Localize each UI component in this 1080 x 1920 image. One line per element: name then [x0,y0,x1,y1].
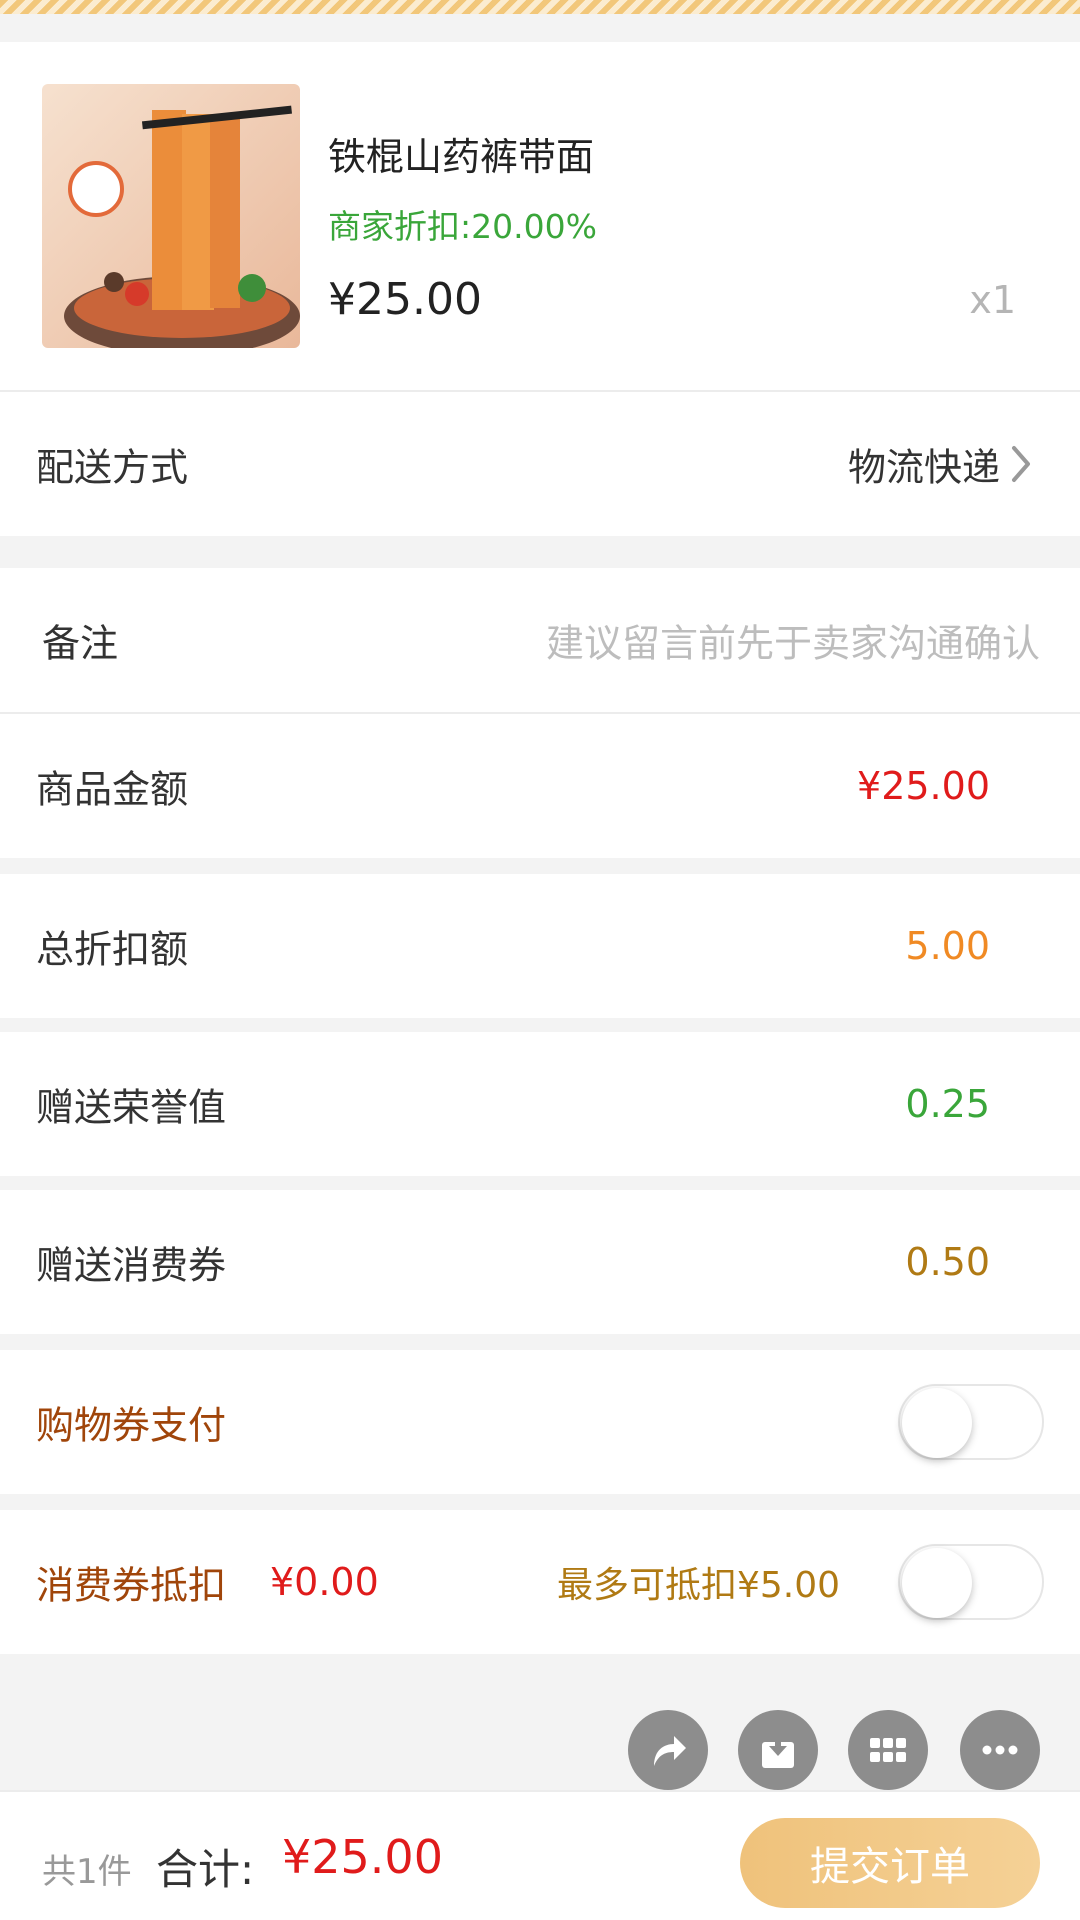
goods-amount-value: ¥25.00 [857,764,990,808]
total-discount-value: 5.00 [905,924,990,968]
total-label: 合计: [156,1845,255,1894]
total-discount-label: 总折扣额 [36,927,189,972]
remark-row[interactable]: 备注 建议留言前先于卖家沟通确认 [0,568,1080,712]
total-discount-row: 总折扣额 5.00 [0,874,1080,1018]
shopping-voucher-row: 购物券支付 [0,1350,1080,1494]
consume-voucher-amount: ¥0.00 [270,1560,379,1604]
total-amount: ¥25.00 [282,1830,443,1884]
delivery-method-value: 物流快递 [847,445,1000,490]
consume-voucher-row: 消费券抵扣 ¥0.00 最多可抵扣¥5.00 [0,1510,1080,1654]
shopping-voucher-toggle[interactable] [898,1384,1044,1460]
remark-label: 备注 [42,621,119,666]
honor-value-amount: 0.25 [905,1082,990,1126]
download-button[interactable] [738,1710,818,1790]
product-card[interactable]: 铁棍山药裤带面 商家折扣:20.00% ¥25.00 x1 [0,42,1080,390]
more-icon [982,1745,1018,1755]
download-icon [762,1732,794,1768]
consume-voucher-max-hint: 最多可抵扣¥5.00 [556,1565,840,1606]
voucher-gift-row: 赠送消费券 0.50 [0,1190,1080,1334]
chevron-right-icon [1012,446,1030,482]
product-quantity: x1 [969,278,1016,322]
top-decorative-stripe [0,0,1080,14]
toggle-knob [902,1388,972,1458]
toggle-knob [902,1548,972,1618]
delivery-method-label: 配送方式 [36,445,189,490]
share-icon [654,1736,686,1766]
merchant-discount: 商家折扣:20.00% [328,207,597,246]
honor-value-label: 赠送荣誉值 [36,1085,227,1130]
item-count: 共1件 [42,1852,132,1892]
grid-icon [870,1738,906,1762]
delivery-method-row[interactable]: 配送方式 物流快递 [0,392,1080,536]
consume-voucher-label: 消费券抵扣 [36,1563,227,1608]
shopping-voucher-label: 购物券支付 [36,1403,227,1448]
honor-value-row: 赠送荣誉值 0.25 [0,1032,1080,1176]
checkout-bar: 共1件 合计: ¥25.00 提交订单 [0,1790,1080,1920]
share-button[interactable] [628,1710,708,1790]
consume-voucher-toggle[interactable] [898,1544,1044,1620]
submit-order-button[interactable]: 提交订单 [740,1818,1040,1908]
remark-input[interactable]: 建议留言前先于卖家沟通确认 [546,613,1040,668]
product-image [42,84,300,348]
more-button[interactable] [960,1710,1040,1790]
goods-amount-label: 商品金额 [36,767,189,812]
product-price: ¥25.00 [328,274,482,325]
grid-button[interactable] [848,1710,928,1790]
voucher-gift-value: 0.50 [905,1240,990,1284]
product-title: 铁棍山药裤带面 [328,135,595,179]
voucher-gift-label: 赠送消费券 [36,1243,227,1288]
goods-amount-row: 商品金额 ¥25.00 [0,714,1080,858]
